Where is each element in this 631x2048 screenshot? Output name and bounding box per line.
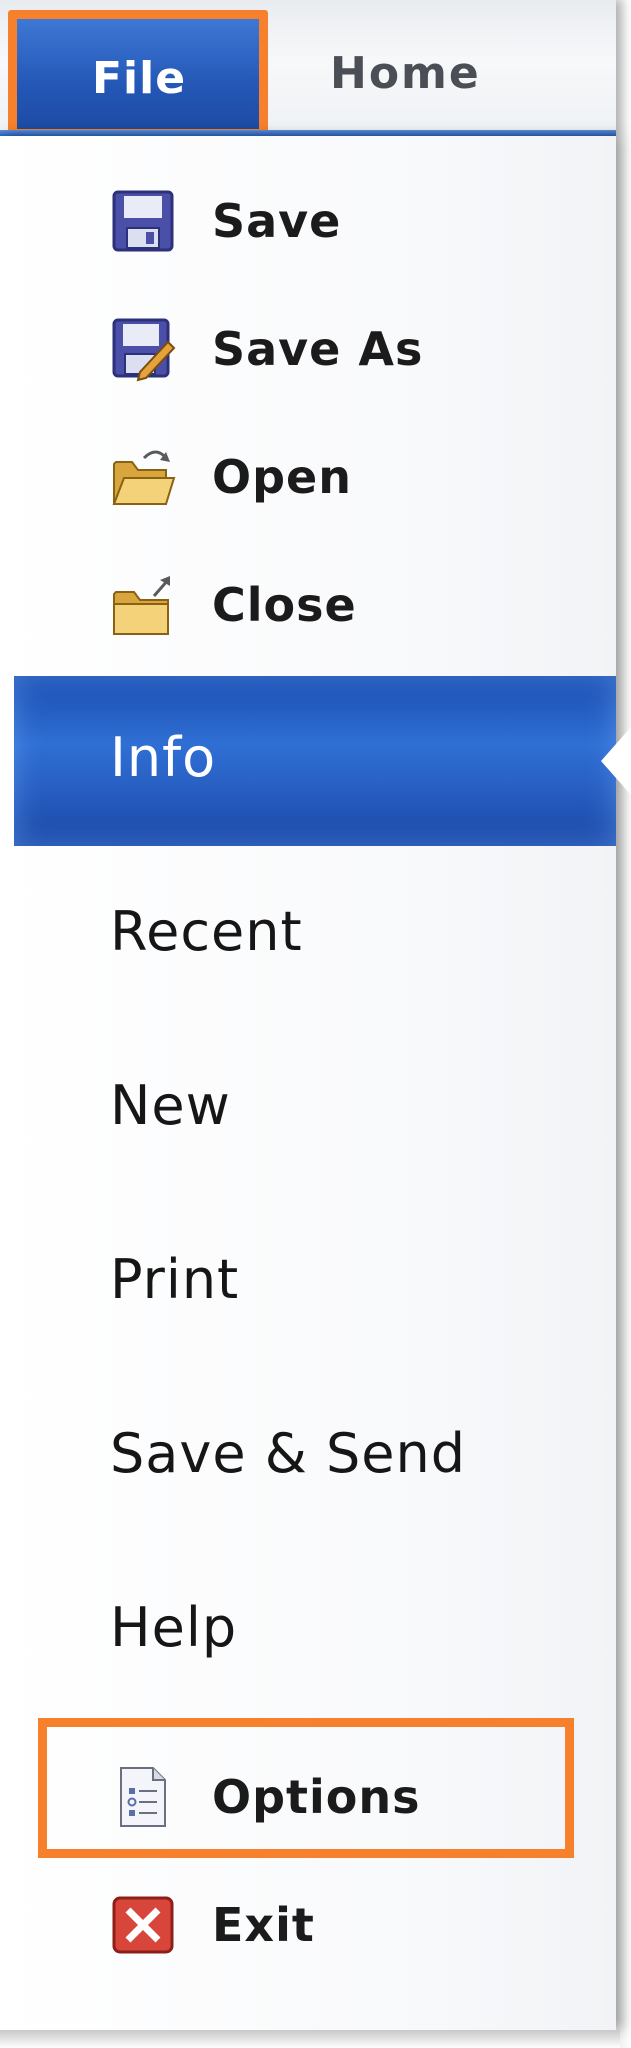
close-folder-icon (108, 570, 178, 640)
save-icon (108, 186, 178, 256)
close-label: Close (212, 578, 357, 632)
save-label: Save (212, 194, 342, 248)
panel-bottom-shadow (0, 2030, 620, 2048)
tab-save-and-send[interactable]: Save & Send (110, 1422, 466, 1485)
exit-command[interactable]: Exit (0, 1880, 616, 1970)
save-command[interactable]: Save (0, 176, 616, 266)
options-highlight-box (38, 1718, 574, 1858)
open-command[interactable]: Open (0, 432, 616, 522)
home-tab[interactable]: Home (330, 38, 481, 108)
save-as-icon (108, 314, 178, 384)
tab-print[interactable]: Print (110, 1248, 239, 1311)
home-tab-label: Home (330, 47, 481, 99)
tab-info-label: Info (110, 726, 217, 789)
exit-label: Exit (212, 1898, 315, 1952)
file-tab-highlight-box (8, 10, 268, 138)
save-as-label: Save As (212, 322, 424, 376)
tab-recent[interactable]: Recent (110, 900, 303, 963)
selected-tab-pointer (601, 727, 631, 795)
tab-info[interactable]: Info (14, 676, 616, 846)
tab-help[interactable]: Help (110, 1596, 237, 1659)
ribbon-tab-bar: File Home (0, 0, 616, 138)
open-folder-icon (108, 442, 178, 512)
open-label: Open (212, 450, 352, 504)
save-as-command[interactable]: Save As (0, 304, 616, 394)
exit-icon (108, 1890, 178, 1960)
close-command[interactable]: Close (0, 560, 616, 650)
tab-new[interactable]: New (110, 1074, 231, 1137)
